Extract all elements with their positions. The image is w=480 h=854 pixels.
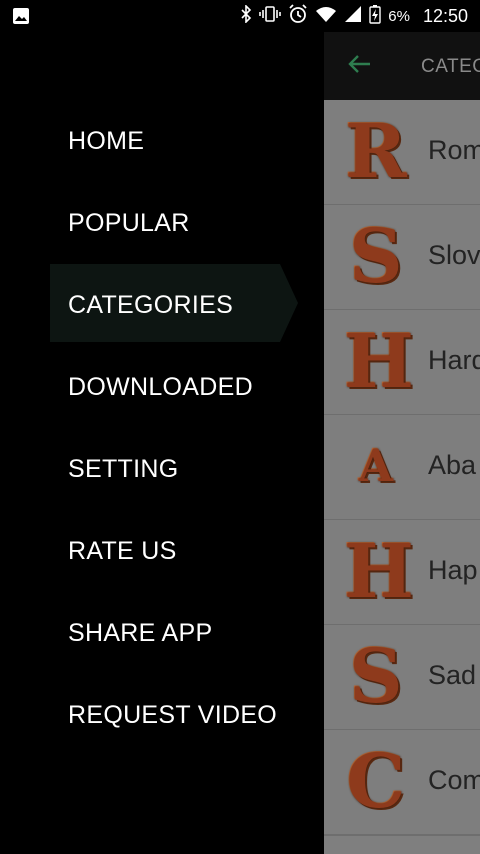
arrow-left-icon[interactable]: [346, 50, 374, 83]
category-logo: S: [349, 214, 403, 300]
nav-item-downloaded[interactable]: DOWNLOADED: [68, 373, 253, 402]
category-logo: C: [346, 739, 406, 825]
nav-item-categories[interactable]: CATEGORIES: [68, 291, 233, 320]
signal-icon: [344, 5, 362, 28]
wifi-icon: [315, 5, 337, 28]
category-name: Slov: [428, 240, 480, 270]
category-logo: H: [344, 529, 414, 615]
image-icon: [12, 7, 30, 30]
category-name: Sad: [428, 660, 477, 690]
category-logo: H: [344, 319, 414, 405]
bluetooth-icon: [240, 3, 252, 28]
toolbar-title: CATEG: [421, 56, 480, 77]
category-logo: S: [349, 634, 403, 720]
list-item[interactable]: S Sad: [324, 625, 480, 731]
nav-item-rate-us[interactable]: RATE US: [68, 537, 177, 566]
battery-charging-icon: [369, 4, 381, 29]
list-item[interactable]: H Hard: [324, 310, 480, 416]
list-item[interactable]: R Rom: [324, 100, 480, 206]
nav-item-setting[interactable]: SETTING: [68, 455, 178, 484]
category-name: Rom: [428, 135, 480, 165]
list-item[interactable]: S Slov: [324, 205, 480, 311]
battery-percent: 6%: [388, 7, 410, 25]
category-name: Aba: [428, 450, 477, 480]
vibrate-icon: [259, 5, 282, 28]
status-time: 12:50: [422, 5, 468, 26]
nav-item-popular[interactable]: POPULAR: [68, 209, 190, 238]
list-item[interactable]: A Aba: [324, 415, 480, 521]
category-logo: A: [358, 441, 394, 492]
list-item[interactable]: H Hap: [324, 520, 480, 626]
status-bar: 6% 12:50: [0, 0, 480, 32]
navigation-drawer: HOME POPULAR CATEGORIES DOWNLOADED SETTI…: [0, 32, 324, 854]
category-name: Com: [428, 765, 480, 795]
category-name: Hard: [428, 345, 480, 375]
nav-item-share-app[interactable]: SHARE APP: [68, 619, 212, 648]
category-name: Hap: [428, 555, 478, 585]
category-logo: R: [345, 109, 407, 195]
nav-item-home[interactable]: HOME: [68, 127, 144, 156]
list-item[interactable]: C Com: [324, 730, 480, 836]
alarm-icon: [288, 3, 308, 29]
nav-item-request-video[interactable]: REQUEST VIDEO: [68, 701, 277, 730]
